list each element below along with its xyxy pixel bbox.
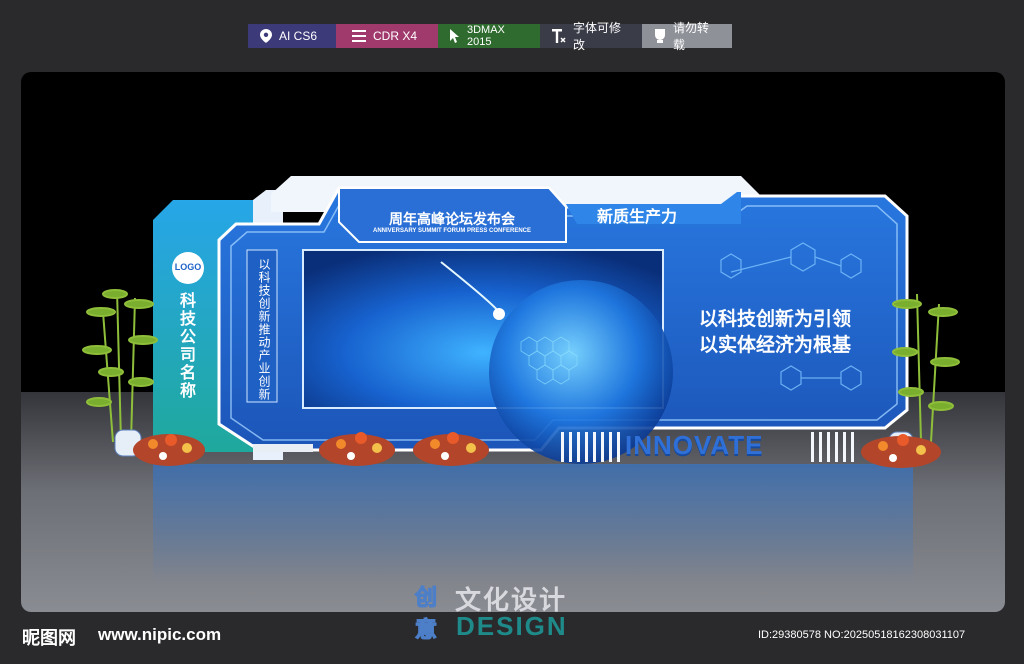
footer-bar: 昵图网 www.nipic.com ID:29380578 NO:2025051… [0, 612, 1024, 664]
site-name-cn: 昵图网 [22, 628, 76, 649]
slogan-line-1: 以科技创新为引领 [699, 308, 852, 330]
backdrop-graphic [82, 176, 960, 584]
flower-cluster-left [133, 434, 205, 466]
site-url[interactable]: www.nipic.com [98, 625, 221, 645]
right-banner-text: 新质生产力 [596, 207, 677, 226]
tag-label: AI CS6 [279, 29, 318, 43]
tag-3dmax: 3DMAX 2015 [438, 24, 540, 48]
forum-title: 周年高峰论坛发布会 [389, 212, 515, 228]
logo-text: LOGO [174, 262, 202, 272]
render-stage: LOGO 科技公司名称 以科技创新推动产业创新 周年高峰论坛发布会 ANNIVE… [21, 72, 1005, 612]
design-watermark: 创 文化设计 [411, 580, 611, 612]
board-reflection [153, 464, 913, 584]
image-id: ID:29380578 NO:20250518162308031107 [758, 629, 966, 641]
cursor-icon [450, 29, 459, 43]
watermark-cn: 文化设计 [455, 586, 568, 612]
tag-label: 字体可修改 [573, 21, 622, 52]
vertical-slogan: 以科技创新推动产业创新 [257, 258, 271, 401]
forum-subtitle: ANNIVERSARY SUMMIT FORUM PRESS CONFERENC… [372, 228, 531, 234]
flower-cluster-right [861, 434, 941, 468]
layers-icon [352, 30, 366, 42]
tag-ai: AI CS6 [248, 24, 336, 48]
tag-no-repost: 请勿转载 [642, 21, 732, 52]
tag-cdr: CDR X4 [336, 24, 438, 48]
tag-font-editable: 字体可修改 [540, 21, 642, 52]
bamboo-plant-left [82, 289, 158, 443]
screen-flare-point [493, 308, 505, 320]
slogan-line-2: 以实体经济为根基 [699, 334, 852, 356]
software-tag-bar: AI CS6 CDR X4 3DMAX 2015 字体可修改 请勿转载 [248, 21, 732, 52]
badge-icon [655, 29, 665, 43]
tag-label: 3DMAX 2015 [467, 24, 505, 48]
tag-label: CDR X4 [373, 29, 418, 43]
text-edit-icon [552, 29, 566, 43]
tag-label: 请勿转载 [673, 21, 710, 52]
watermark-glyph-top: 创 [414, 585, 438, 611]
map-pin-icon [260, 29, 272, 43]
company-name: 科技公司名称 [177, 292, 196, 400]
left-base-stripe [253, 444, 313, 452]
innovate-letters: INNOVATE [625, 430, 764, 460]
